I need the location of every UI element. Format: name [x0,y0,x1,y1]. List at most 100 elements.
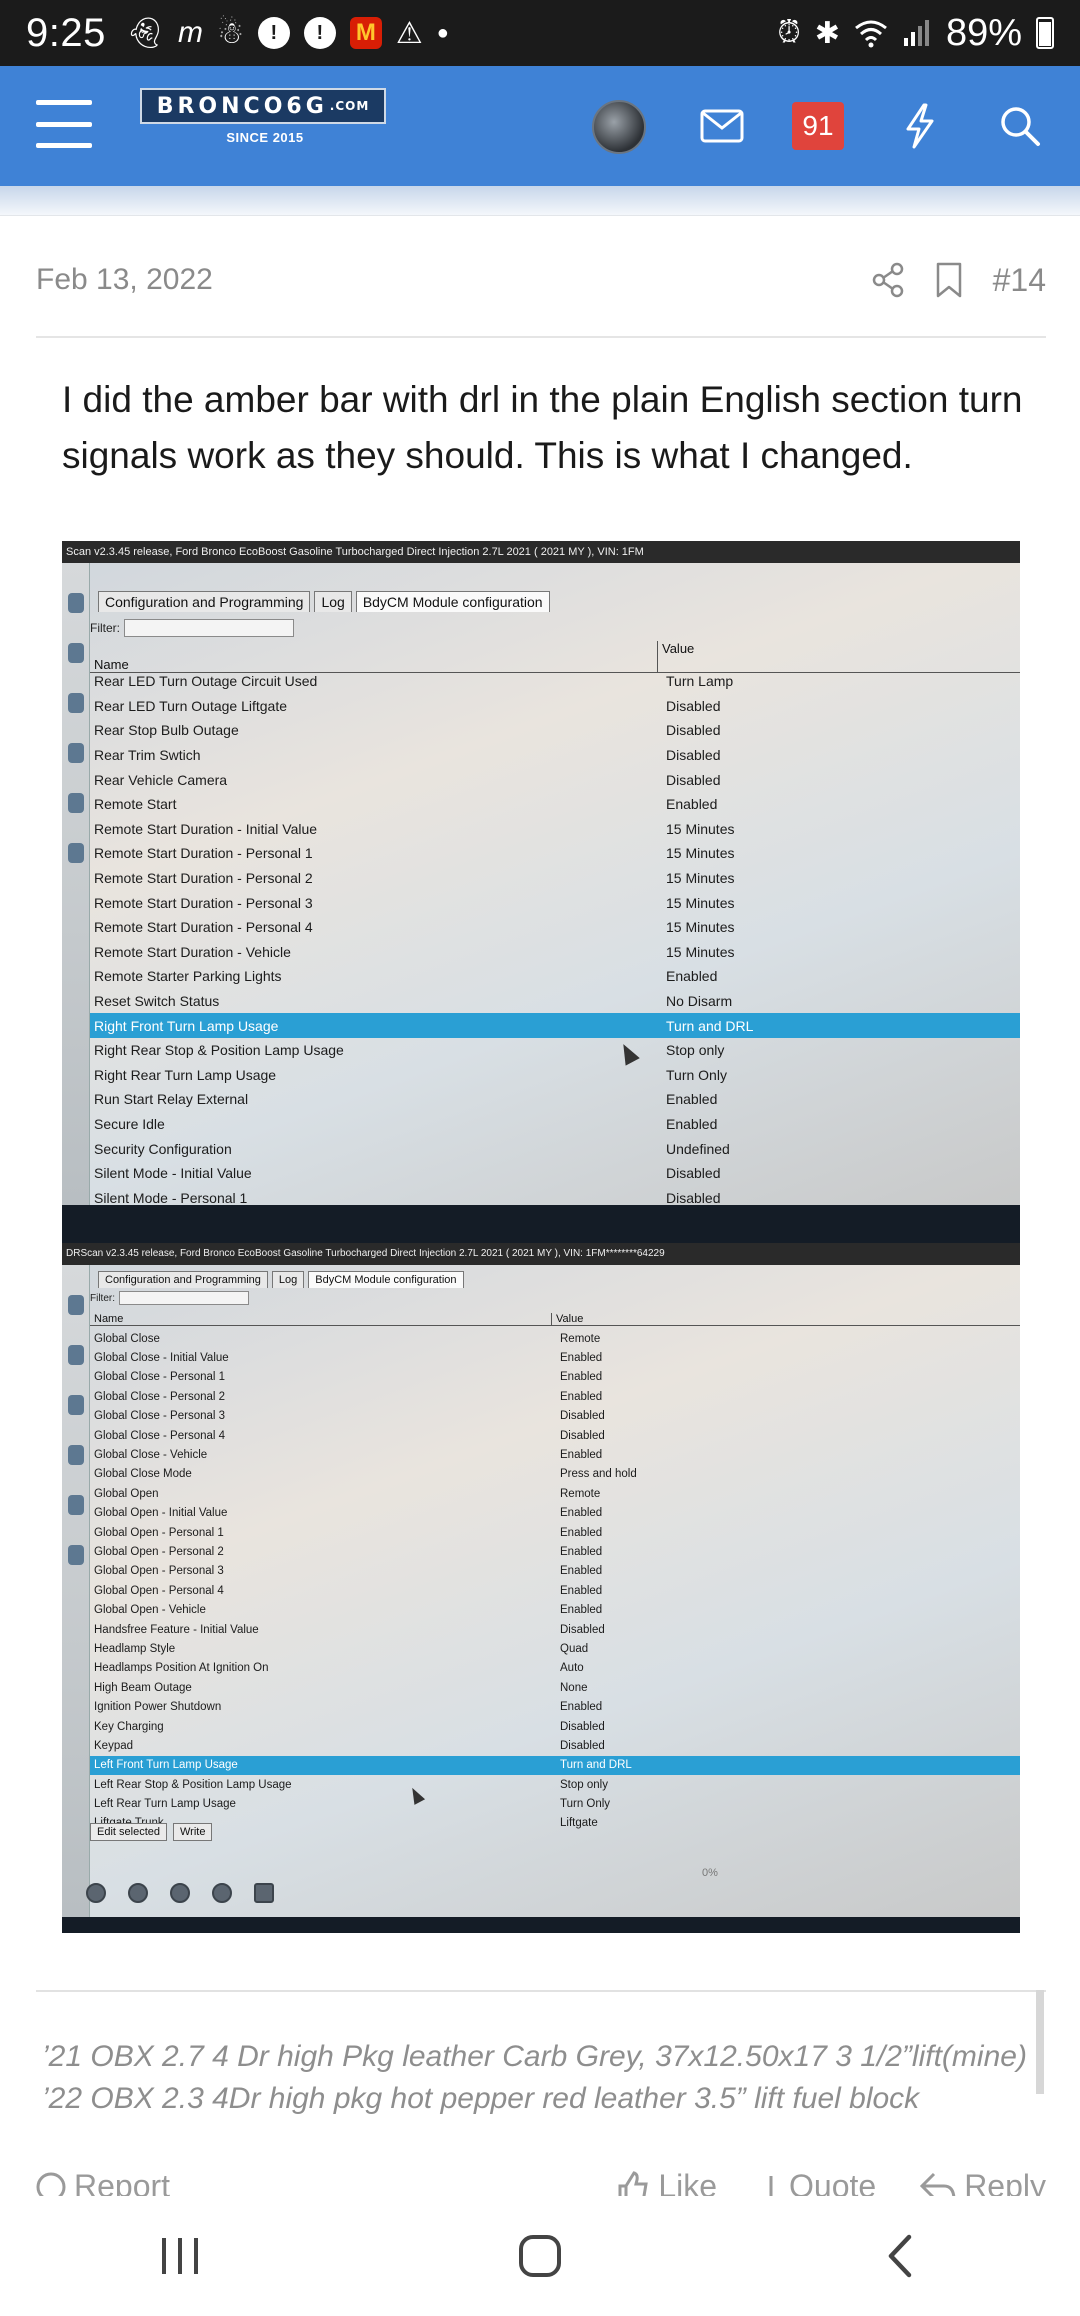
table-row[interactable]: Key Charging Disabled [90,1717,1020,1736]
gear-icon[interactable] [170,1883,190,1903]
edit-selected-button[interactable]: Edit selected [90,1823,167,1841]
row-value: Disabled [666,771,721,788]
tab-config-programming[interactable]: Configuration and Programming [98,591,311,612]
table-row[interactable]: Global Open Remote [90,1484,1020,1503]
table-row[interactable]: Rear Vehicle Camera Disabled [90,767,1020,792]
table-row[interactable]: Global Open - Vehicle Enabled [90,1600,1020,1619]
table-row[interactable]: Global Open - Initial Value Enabled [90,1504,1020,1523]
table-row[interactable]: Rear LED Turn Outage Liftgate Disabled [90,694,1020,719]
post-number[interactable]: #14 [993,262,1046,299]
tab-bdycm-config[interactable]: BdyCM Module configuration [308,1271,464,1288]
table-row[interactable]: Global Open - Personal 1 Enabled [90,1523,1020,1542]
signature: ’21 OBX 2.7 4 Dr high Pkg leather Carb G… [42,2036,1032,2120]
quote-button[interactable]: Quote [761,2168,876,2198]
table-row[interactable]: High Beam Outage None [90,1678,1020,1697]
table-row[interactable]: Global Open - Personal 3 Enabled [90,1562,1020,1581]
col-value-header[interactable]: Value [552,1313,583,1325]
site-logo[interactable]: BRONCO6G .COM SINCE 2015 [140,88,390,152]
table-row[interactable]: Global Close - Personal 4 Disabled [90,1426,1020,1445]
filter-row: Filter: [90,1291,249,1305]
table-row[interactable]: Headlamps Position At Ignition On Auto [90,1659,1020,1678]
row-name: Rear Stop Bulb Outage [94,722,239,739]
table-row[interactable]: Remote Start Duration - Personal 3 15 Min… [90,890,1020,915]
table-row[interactable]: Keypad Disabled [90,1736,1020,1755]
table-row[interactable]: Global Open - Personal 4 Enabled [90,1581,1020,1600]
table-row[interactable]: Global Close - Initial Value Enabled [90,1348,1020,1367]
table-row-selected[interactable]: Right Front Turn Lamp Usage Turn and DRL [90,1013,1020,1038]
table-row[interactable]: Remote Start Duration - Personal 2 15 Min… [90,866,1020,891]
table-row[interactable]: Remote Start Enabled [90,792,1020,817]
bookmark-icon[interactable] [935,262,963,298]
table-row[interactable]: Global Close Mode Press and hold [90,1465,1020,1484]
config-tabs: Configuration and Programming Log BdyCM … [98,591,550,612]
table-row[interactable]: Right Rear Stop & Position Lamp Usage Sto… [90,1038,1020,1063]
table-row[interactable]: Global Close - Vehicle Enabled [90,1445,1020,1464]
table-row[interactable]: Global Close Remote [90,1329,1020,1348]
col-value-header[interactable]: Value [658,641,694,672]
tab-config-programming[interactable]: Configuration and Programming [98,1271,268,1288]
table-row[interactable]: Handsfree Feature - Initial Value Disable… [90,1620,1020,1639]
grid-actions: Edit selected Write [90,1823,213,1841]
mail-icon[interactable] [692,96,752,156]
row-value: Disabled [560,1623,605,1636]
table-row[interactable]: Liftgate TrunkLiftgate [90,1814,1020,1833]
table-row[interactable]: Global Close - Personal 2 Enabled [90,1387,1020,1406]
like-button[interactable]: Like [616,2168,717,2198]
table-row[interactable]: Global Open - Personal 2 Enabled [90,1542,1020,1561]
reply-button[interactable]: Reply [920,2168,1046,2198]
row-name: Ignition Power Shutdown [94,1701,222,1714]
table-row[interactable]: Remote Start Duration - Vehicle 15 Minute… [90,940,1020,965]
write-button[interactable]: Write [172,1823,213,1841]
row-value: Enabled [666,968,718,985]
tab-log[interactable]: Log [314,591,352,612]
row-name: Remote Start Duration - Personal 4 [94,919,313,936]
filter-input[interactable] [124,619,294,637]
lightning-icon[interactable] [890,96,950,156]
table-row[interactable]: Rear Stop Bulb Outage Disabled [90,718,1020,743]
table-row[interactable]: Remote Starter Parking Lights Enabled [90,964,1020,989]
table-row[interactable]: Remote Start Duration - Personal 4 15 Min… [90,915,1020,940]
row-value: Enabled [560,1526,603,1539]
info-icon[interactable] [212,1883,232,1903]
recents-icon[interactable] [140,2216,220,2296]
table-row[interactable]: Rear Trim Swtich Disabled [90,743,1020,768]
table-row[interactable]: Headlamp Style Quad [90,1639,1020,1658]
table-row[interactable]: Ignition Power Shutdown Enabled [90,1697,1020,1716]
table-row[interactable]: Right Rear Turn Lamp Usage Turn Only [90,1063,1020,1088]
table-row[interactable]: Secure Idle Enabled [90,1112,1020,1137]
attached-photo[interactable]: Scan v2.3.45 release, Ford Bronco EcoBoo… [62,541,1020,1933]
back-icon[interactable] [860,2216,940,2296]
menu-icon[interactable] [36,100,92,148]
config-grid: Rear LED Turn Outage Circuit Used Turn La… [90,669,1020,1205]
filter-input[interactable] [119,1291,249,1305]
tab-bdycm-config[interactable]: BdyCM Module configuration [355,591,550,612]
home-icon[interactable] [500,2216,580,2296]
avatar[interactable] [592,100,646,154]
toolbar-strip [62,563,90,1205]
table-row[interactable]: Remote Start Duration - Personal 1 15 Min… [90,841,1020,866]
share-icon[interactable] [871,262,905,298]
table-row[interactable]: Reset Switch Status No Disarm [90,989,1020,1014]
table-row[interactable]: Run Start Relay External Enabled [90,1087,1020,1112]
table-row[interactable]: Global Close - Personal 3 Disabled [90,1407,1020,1426]
row-value: Enabled [560,1390,603,1403]
table-row[interactable]: Silent Mode - Initial Value Disabled [90,1161,1020,1186]
table-row[interactable]: Rear LED Turn Outage Circuit Used Turn La… [90,669,1020,694]
table-row[interactable]: Silent Mode - Personal 1 Disabled [90,1185,1020,1205]
post-date[interactable]: Feb 13, 2022 [36,263,213,297]
table-row[interactable]: Left Rear Stop & Position Lamp Usage Stop… [90,1775,1020,1794]
col-name-header[interactable]: Name [90,1313,552,1325]
tab-log[interactable]: Log [271,1271,305,1288]
table-row-selected[interactable]: Left Front Turn Lamp Usage Turn and DRL [90,1755,1020,1775]
search-icon[interactable] [990,96,1050,156]
table-row[interactable]: Global Close - Personal 1 Enabled [90,1368,1020,1387]
table-row[interactable]: Left Rear Turn Lamp Usage Turn Only [90,1794,1020,1813]
col-name-header[interactable]: Name [90,641,658,672]
save-icon[interactable] [254,1883,274,1903]
stop-icon[interactable] [128,1883,148,1903]
table-row[interactable]: Remote Start Duration - Initial Value 15 … [90,817,1020,842]
table-row[interactable]: Security Configuration Undefined [90,1136,1020,1161]
report-button[interactable]: Report [36,2168,170,2198]
play-icon[interactable] [86,1883,106,1903]
alerts-badge[interactable]: 91 [792,102,844,150]
